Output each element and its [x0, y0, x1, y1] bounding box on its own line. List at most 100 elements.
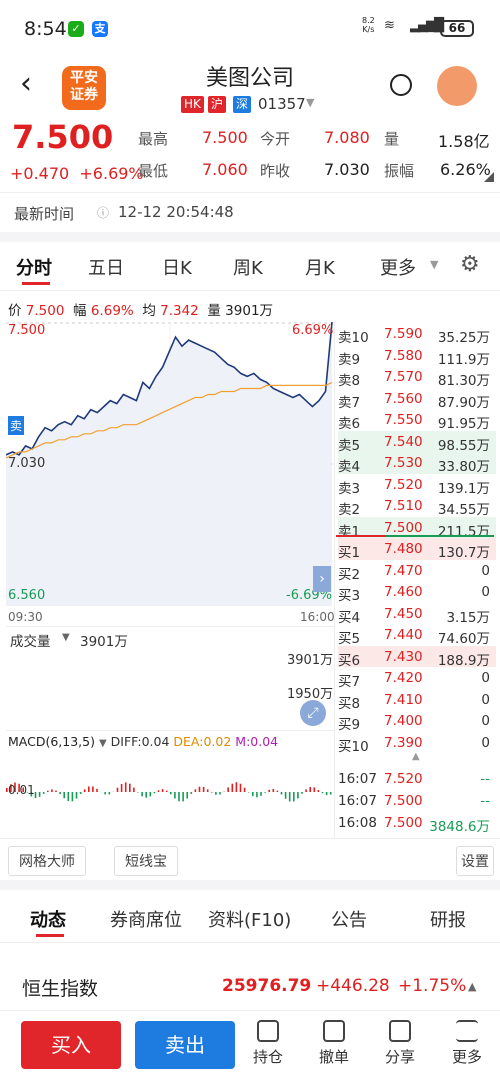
tab-daily-k[interactable]: 日K — [162, 254, 192, 280]
ask-row[interactable]: 卖4 7.530 33.80万 — [338, 452, 496, 475]
y-tick-mid: 7.030 — [8, 456, 46, 471]
trade-label: 16:08 — [338, 815, 377, 831]
ask-volume: 98.55万 — [437, 437, 490, 454]
volume-tick-mid: 1950万 — [287, 687, 334, 702]
settings-chip[interactable]: 设置 — [456, 846, 494, 876]
tab-f10[interactable]: 资料(F10) — [208, 906, 291, 932]
bid-label: 买2 — [338, 566, 361, 583]
macd-bar — [321, 792, 324, 794]
tab-broker-seats[interactable]: 券商席位 — [110, 906, 182, 932]
macd-bar — [239, 783, 242, 792]
bid-row[interactable]: 买2 7.470 0 — [338, 560, 496, 583]
latest-time-label: 最新时间 — [14, 205, 75, 223]
bid-row[interactable]: 买5 7.440 74.60万 — [338, 624, 496, 647]
macd-bar — [161, 789, 164, 792]
ask-row[interactable]: 卖5 7.540 98.55万 — [338, 430, 496, 454]
macd-label[interactable]: MACD(6,13,5) — [8, 734, 95, 749]
chevron-down-icon[interactable]: ▼ — [306, 96, 314, 109]
bid-row[interactable]: 买7 7.420 0 — [338, 667, 496, 690]
ask-label: 卖4 — [338, 459, 361, 475]
more-button[interactable]: 更多 — [442, 1020, 492, 1067]
tab-news[interactable]: 动态 — [30, 906, 66, 932]
macd-bar — [55, 790, 57, 792]
info-icon[interactable]: ⓘ — [97, 204, 109, 221]
bid-row[interactable]: 买1 7.480 130.7万 — [338, 538, 496, 561]
macd-bar — [38, 792, 41, 797]
bid-label: 买8 — [338, 695, 361, 712]
bid-volume: 3.15万 — [446, 609, 490, 626]
ask-row[interactable]: 卖10 7.590 35.25万 — [338, 323, 496, 346]
bid-row[interactable]: 买8 7.410 0 — [338, 689, 496, 712]
expand-chart-icon[interactable]: › — [313, 566, 331, 592]
sell-button[interactable]: 卖出 — [135, 1021, 235, 1069]
ask-row[interactable]: 卖2 7.510 34.55万 — [338, 495, 496, 518]
macd-bar — [260, 792, 262, 796]
divider — [0, 942, 500, 943]
share-button[interactable]: 分享 — [375, 1020, 425, 1067]
avatar[interactable] — [437, 66, 477, 106]
tab-more[interactable]: 更多 — [380, 254, 416, 280]
bid-volume: 0 — [481, 670, 490, 686]
bid-row[interactable]: 买10 7.390 0 — [338, 732, 496, 755]
index-ticker[interactable]: 恒生指数 25976.79 +446.28 +1.75% ▲ — [0, 958, 500, 1012]
macd-bar — [227, 787, 229, 792]
bid-row[interactable]: 买3 7.460 0 — [338, 581, 496, 604]
chevron-up-icon[interactable]: ▲ — [468, 980, 476, 993]
latest-time-value: 12-12 20:54:48 — [118, 203, 234, 221]
tab-research[interactable]: 研报 — [430, 906, 466, 932]
macd-bar — [67, 792, 70, 802]
search-icon[interactable] — [390, 74, 412, 96]
tab-five-day[interactable]: 五日 — [88, 254, 124, 280]
macd-bar — [42, 792, 45, 794]
wifi-icon: ≋ — [384, 18, 395, 33]
holdings-button[interactable]: 持仓 — [243, 1020, 293, 1067]
trade-row[interactable]: 16:07 7.500 -- — [338, 790, 496, 812]
corner-expand-icon[interactable] — [484, 172, 494, 182]
chevron-up-icon[interactable]: ▲ — [412, 751, 420, 762]
tag-hk: HK — [181, 96, 204, 113]
ask-label: 卖3 — [338, 480, 361, 497]
bid-price: 7.440 — [384, 627, 423, 643]
tab-intraday[interactable]: 分时 — [16, 254, 52, 280]
buy-button[interactable]: 买入 — [21, 1021, 121, 1069]
holdings-icon — [257, 1020, 279, 1042]
ask-volume: 111.9万 — [437, 351, 490, 368]
intraday-chart[interactable] — [6, 322, 334, 606]
macd-bar — [329, 792, 332, 795]
ask-row[interactable]: 卖7 7.560 87.90万 — [338, 388, 496, 411]
x-tick-end: 16:00 — [300, 610, 335, 624]
chevron-down-icon[interactable]: ▼ — [99, 738, 107, 749]
tab-monthly-k[interactable]: 月K — [305, 254, 335, 280]
order-book-divider-red — [336, 535, 386, 537]
bid-label: 买4 — [338, 609, 361, 626]
bid-price: 7.410 — [384, 691, 423, 708]
macd-bar — [75, 792, 78, 799]
fullscreen-icon[interactable]: ⤢ — [300, 700, 326, 726]
ask-row[interactable]: 卖3 7.520 139.1万 — [338, 474, 496, 497]
tab-weekly-k[interactable]: 周K — [233, 254, 263, 280]
ask-volume: 87.90万 — [437, 394, 490, 411]
ask-row[interactable]: 卖9 7.580 111.9万 — [338, 345, 496, 368]
trade-row[interactable]: 16:08 7.500 3848.6万 — [338, 812, 496, 835]
index-value: 25976.79 — [222, 976, 312, 996]
bid-row[interactable]: 买9 7.400 0 — [338, 710, 496, 733]
ask-row[interactable]: 卖6 7.550 91.95万 — [338, 409, 496, 432]
trade-row[interactable]: 16:07 7.520 -- — [338, 768, 496, 790]
bid-row[interactable]: 买4 7.450 3.15万 — [338, 603, 496, 626]
chevron-down-icon[interactable]: ▼ — [62, 632, 70, 643]
bid-label: 买10 — [338, 738, 369, 755]
macd-bar — [174, 792, 176, 799]
ask-row[interactable]: 卖8 7.570 81.30万 — [338, 366, 496, 389]
short-line-chip[interactable]: 短线宝 — [114, 846, 178, 876]
chevron-down-icon[interactable]: ▼ — [430, 258, 438, 271]
amplitude-label: 振幅 — [384, 162, 415, 180]
gear-icon[interactable]: ⚙ — [460, 252, 480, 277]
macd-bar — [124, 782, 127, 792]
volume-indicator-label[interactable]: 成交量 — [10, 630, 51, 650]
macd-bar — [198, 786, 201, 792]
bid-row[interactable]: 买6 7.430 188.9万 — [338, 645, 496, 669]
macd-bar — [153, 792, 156, 794]
grid-master-chip[interactable]: 网格大师 — [8, 846, 86, 876]
cancel-order-button[interactable]: 撤单 — [309, 1020, 359, 1067]
tab-announcements[interactable]: 公告 — [331, 906, 367, 932]
